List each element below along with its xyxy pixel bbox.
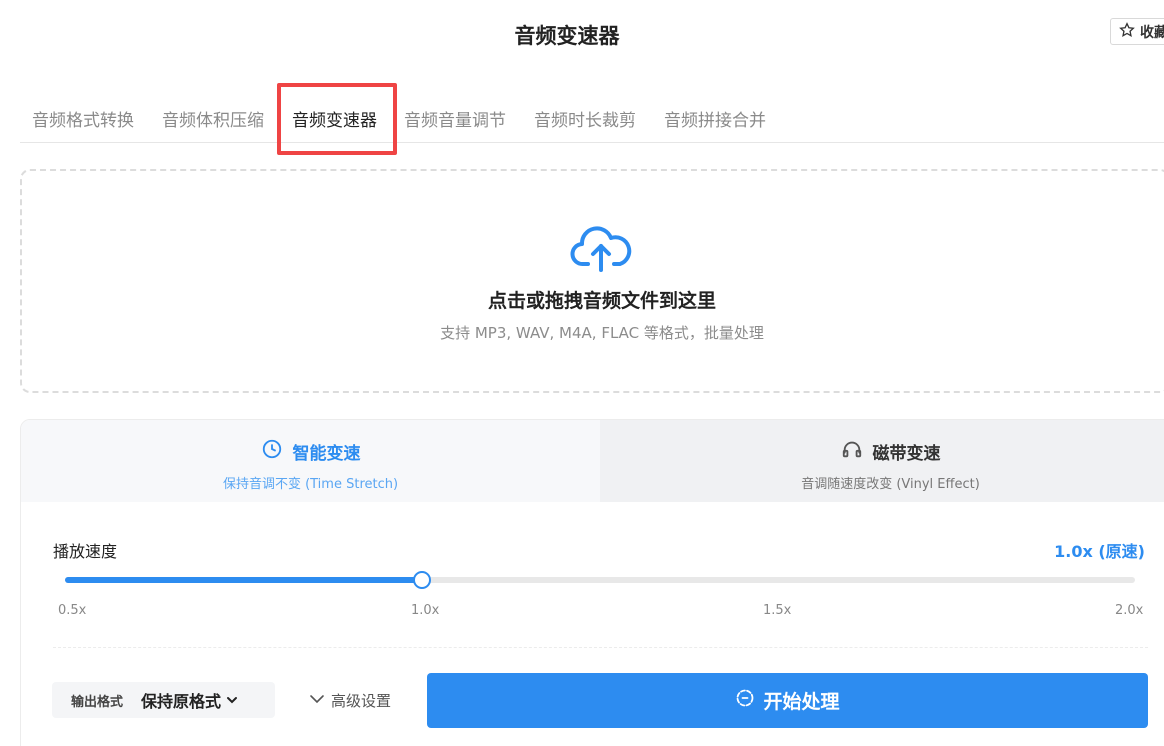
page-title: 音频变速器 bbox=[514, 24, 620, 48]
mode-vinyl-effect[interactable]: 磁带变速 音调随速度改变 (Vinyl Effect) bbox=[600, 420, 1164, 502]
output-format-select[interactable]: 输出格式 保持原格式 bbox=[52, 682, 275, 718]
tick-label: 1.5x bbox=[763, 603, 792, 618]
clock-icon bbox=[261, 438, 283, 465]
tab-trim[interactable]: 音频时长裁剪 bbox=[534, 106, 636, 131]
advanced-settings-toggle[interactable]: 高级设置 bbox=[309, 690, 391, 711]
upload-subtitle: 支持 MP3, WAV, M4A, FLAC 等格式，批量处理 bbox=[440, 324, 764, 342]
advanced-settings-label: 高级设置 bbox=[331, 692, 392, 710]
mode-title: 磁带变速 bbox=[872, 444, 941, 464]
tick-label: 0.5x bbox=[58, 603, 87, 618]
settings-panel: 智能变速 保持音调不变 (Time Stretch) 磁带变速 音调随速度改变 … bbox=[20, 419, 1164, 746]
tab-format-convert[interactable]: 音频格式转换 bbox=[32, 106, 134, 131]
output-format-value: 保持原格式 bbox=[141, 692, 222, 711]
tick-label: 1.0x bbox=[411, 603, 440, 618]
speed-slider[interactable] bbox=[65, 571, 1135, 589]
favorite-label: 收藏 bbox=[1140, 24, 1164, 41]
slider-fill bbox=[65, 577, 422, 583]
tab-compress[interactable]: 音频体积压缩 bbox=[162, 106, 264, 131]
tab-volume[interactable]: 音频音量调节 bbox=[404, 106, 506, 131]
output-format-label: 输出格式 bbox=[71, 694, 124, 710]
upload-dropzone[interactable]: 点击或拖拽音频文件到这里 支持 MP3, WAV, M4A, FLAC 等格式，… bbox=[20, 169, 1164, 393]
mode-title: 智能变速 bbox=[292, 444, 361, 464]
tick-label: 2.0x bbox=[1115, 603, 1144, 618]
mode-subtitle: 音调随速度改变 (Vinyl Effect) bbox=[801, 477, 980, 492]
mode-time-stretch[interactable]: 智能变速 保持音调不变 (Time Stretch) bbox=[21, 420, 600, 502]
headphones-icon bbox=[841, 438, 863, 465]
tab-merge[interactable]: 音频拼接合并 bbox=[664, 106, 766, 131]
upload-title: 点击或拖拽音频文件到这里 bbox=[487, 290, 716, 312]
page: 音频变速器 收藏 音频格式转换 音频体积压缩 音频变速器 音频音量调节 音频时长… bbox=[0, 0, 1164, 746]
chevron-down-icon bbox=[221, 691, 238, 710]
tab-speed-changer[interactable]: 音频变速器 bbox=[292, 106, 377, 131]
mode-subtitle: 保持音调不变 (Time Stretch) bbox=[222, 477, 399, 492]
process-icon bbox=[735, 688, 755, 713]
star-icon bbox=[1119, 21, 1135, 42]
slider-handle[interactable] bbox=[412, 571, 431, 589]
start-label: 开始处理 bbox=[763, 691, 840, 713]
speed-label: 播放速度 bbox=[53, 542, 118, 561]
chevron-down-icon bbox=[309, 691, 325, 711]
start-button[interactable]: 开始处理 bbox=[427, 673, 1148, 728]
favorite-button[interactable]: 收藏 bbox=[1110, 18, 1164, 45]
divider bbox=[53, 647, 1148, 648]
speed-value: 1.0x (原速) bbox=[1054, 542, 1145, 561]
tool-tabs: 音频格式转换 音频体积压缩 音频变速器 音频音量调节 音频时长裁剪 音频拼接合并 bbox=[20, 100, 1164, 143]
